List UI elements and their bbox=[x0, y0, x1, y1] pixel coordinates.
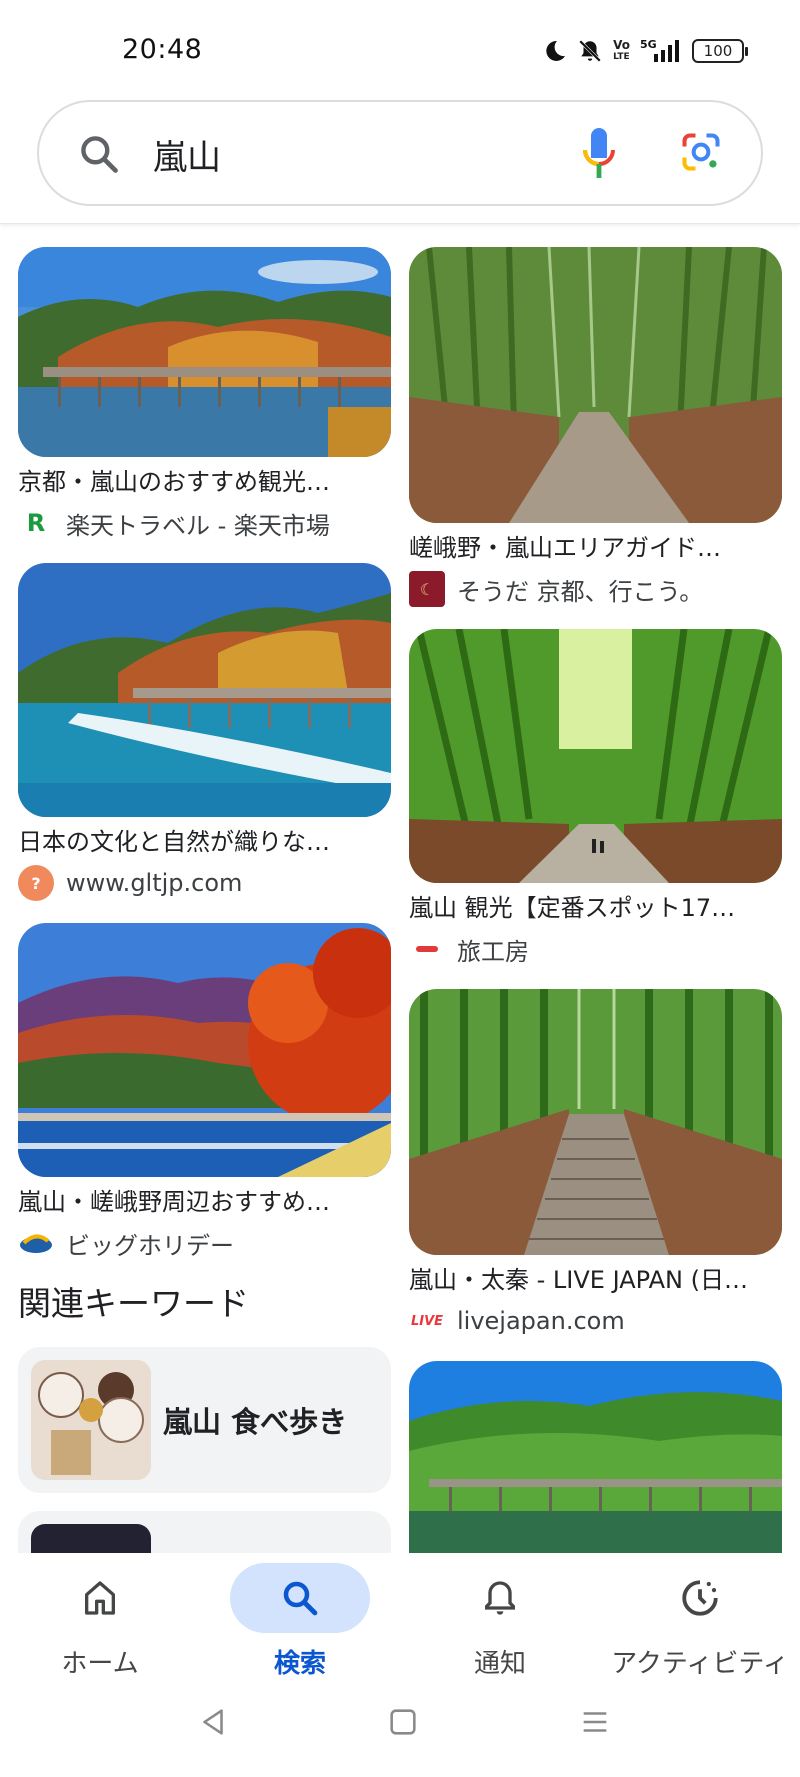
activity-icon bbox=[682, 1580, 718, 1616]
source-name: ビッグホリデー bbox=[66, 1231, 234, 1260]
favicon: LIVE bbox=[409, 1303, 445, 1339]
source-name: www.gltjp.com bbox=[66, 869, 243, 897]
result-card[interactable]: 嵐山・嵯峨野周辺おすすめ… ビッグホリデー bbox=[18, 923, 391, 1261]
result-card[interactable]: 京都・嵐山のおすすめ観光… R 楽天トラベル - 楽天市場 bbox=[18, 247, 391, 541]
bottom-navigation: ホーム 検索 通知 アクティビティ bbox=[0, 1553, 800, 1683]
result-source[interactable]: 旅工房 bbox=[409, 931, 782, 967]
favicon: ☾ bbox=[409, 571, 445, 607]
nav-home[interactable]: ホーム bbox=[0, 1553, 200, 1683]
result-title[interactable]: 京都・嵐山のおすすめ観光… bbox=[18, 467, 391, 497]
source-name: livejapan.com bbox=[457, 1307, 625, 1335]
image-results: 京都・嵐山のおすすめ観光… R 楽天トラベル - 楽天市場 日本の文化と自然が織… bbox=[0, 225, 800, 1553]
nav-label: 通知 bbox=[473, 1649, 526, 1679]
result-card[interactable]: 嵐山・太秦 - LIVE JAPAN (日… LIVE livejapan.co… bbox=[409, 989, 782, 1339]
result-title[interactable]: 嵐山・太秦 - LIVE JAPAN (日… bbox=[409, 1265, 782, 1295]
search-input[interactable]: 嵐山 bbox=[153, 130, 221, 179]
status-icons: Vo LTE 5G 100 bbox=[543, 34, 748, 68]
nav-icon-container bbox=[430, 1563, 570, 1633]
nav-notifications[interactable]: 通知 bbox=[400, 1553, 600, 1683]
result-source[interactable]: ビッグホリデー bbox=[18, 1225, 391, 1261]
favicon: R bbox=[18, 505, 54, 541]
favicon bbox=[409, 931, 445, 967]
result-card[interactable]: 嵯峨野・嵐山エリアガイド… ☾ そうだ 京都、行こう。 bbox=[409, 247, 782, 607]
home-square-icon[interactable] bbox=[386, 1705, 420, 1739]
battery-icon: 100 bbox=[692, 39, 748, 63]
volte-top: Vo bbox=[613, 38, 630, 52]
nav-label: アクティビティ bbox=[611, 1649, 789, 1679]
result-image[interactable] bbox=[18, 563, 391, 817]
volte-icon: Vo LTE bbox=[613, 39, 630, 63]
result-image[interactable] bbox=[18, 247, 391, 457]
back-icon[interactable] bbox=[196, 1705, 230, 1739]
home-icon bbox=[85, 1581, 116, 1615]
nav-activity[interactable]: アクティビティ bbox=[600, 1553, 800, 1683]
source-name: 楽天トラベル - 楽天市場 bbox=[66, 511, 330, 540]
results-column-right: 嵯峨野・嵐山エリアガイド… ☾ そうだ 京都、行こう。 嵐山 観光【定番スポット… bbox=[409, 247, 782, 1553]
nav-icon-container bbox=[630, 1563, 770, 1633]
result-source[interactable]: ☾ そうだ 京都、行こう。 bbox=[409, 571, 782, 607]
result-image[interactable] bbox=[18, 923, 391, 1177]
source-name: そうだ 京都、行こう。 bbox=[457, 577, 704, 606]
result-image[interactable] bbox=[409, 989, 782, 1255]
result-source[interactable]: R 楽天トラベル - 楽天市場 bbox=[18, 505, 391, 541]
lens-icon[interactable] bbox=[679, 130, 723, 174]
result-source[interactable]: ? www.gltjp.com bbox=[18, 865, 391, 901]
related-keyword-image bbox=[31, 1524, 151, 1553]
nav-label: 検索 bbox=[273, 1649, 326, 1679]
source-name: 旅工房 bbox=[457, 937, 529, 966]
recents-menu-icon[interactable] bbox=[578, 1705, 612, 1739]
status-time: 20:48 bbox=[122, 34, 203, 65]
bell-icon bbox=[485, 1581, 515, 1615]
search-header: 嵐山 bbox=[0, 100, 800, 224]
result-title[interactable]: 日本の文化と自然が織りな… bbox=[18, 827, 391, 857]
search-icon[interactable] bbox=[77, 132, 121, 176]
favicon: ? bbox=[18, 865, 54, 901]
related-keywords-heading: 関連キーワード bbox=[18, 1284, 249, 1323]
result-source[interactable]: LIVE livejapan.com bbox=[409, 1303, 782, 1339]
nav-search[interactable]: 検索 bbox=[200, 1553, 400, 1683]
related-keyword-image bbox=[31, 1360, 151, 1480]
mic-icon[interactable] bbox=[579, 126, 619, 182]
moon-icon bbox=[546, 40, 566, 61]
system-navigation-bar bbox=[0, 1683, 800, 1777]
result-image[interactable] bbox=[409, 629, 782, 883]
search-bar[interactable]: 嵐山 bbox=[37, 100, 763, 206]
related-keyword-label: 嵐山 食べ歩き bbox=[163, 1405, 348, 1439]
result-title[interactable]: 嵐山・嵯峨野周辺おすすめ… bbox=[18, 1187, 391, 1217]
result-card[interactable] bbox=[409, 1361, 782, 1553]
result-image[interactable] bbox=[409, 247, 782, 523]
result-title[interactable]: 嵐山 観光【定番スポット17… bbox=[409, 893, 782, 923]
status-bar: 20:48 Vo LTE 5G 100 bbox=[0, 0, 800, 100]
volte-bottom: LTE bbox=[613, 52, 630, 62]
result-card[interactable]: 嵐山 観光【定番スポット17… 旅工房 bbox=[409, 629, 782, 967]
result-title[interactable]: 嵯峨野・嵐山エリアガイド… bbox=[409, 533, 782, 563]
results-column-left: 京都・嵐山のおすすめ観光… R 楽天トラベル - 楽天市場 日本の文化と自然が織… bbox=[18, 247, 391, 1553]
5g-signal-icon: 5G bbox=[640, 38, 679, 62]
search-icon bbox=[283, 1581, 318, 1616]
nav-icon-container bbox=[30, 1563, 170, 1633]
related-keyword-chip[interactable]: 嵐山 食べ歩き bbox=[18, 1347, 391, 1493]
bell-off-icon bbox=[579, 40, 602, 62]
nav-icon-container bbox=[230, 1563, 370, 1633]
result-image[interactable] bbox=[409, 1361, 782, 1553]
bird-favicon bbox=[20, 1234, 52, 1253]
network-label: 5G bbox=[640, 38, 657, 51]
result-card[interactable]: 日本の文化と自然が織りな… ? www.gltjp.com bbox=[18, 563, 391, 901]
nav-label: ホーム bbox=[61, 1649, 139, 1679]
related-keyword-chip[interactable] bbox=[18, 1511, 391, 1553]
